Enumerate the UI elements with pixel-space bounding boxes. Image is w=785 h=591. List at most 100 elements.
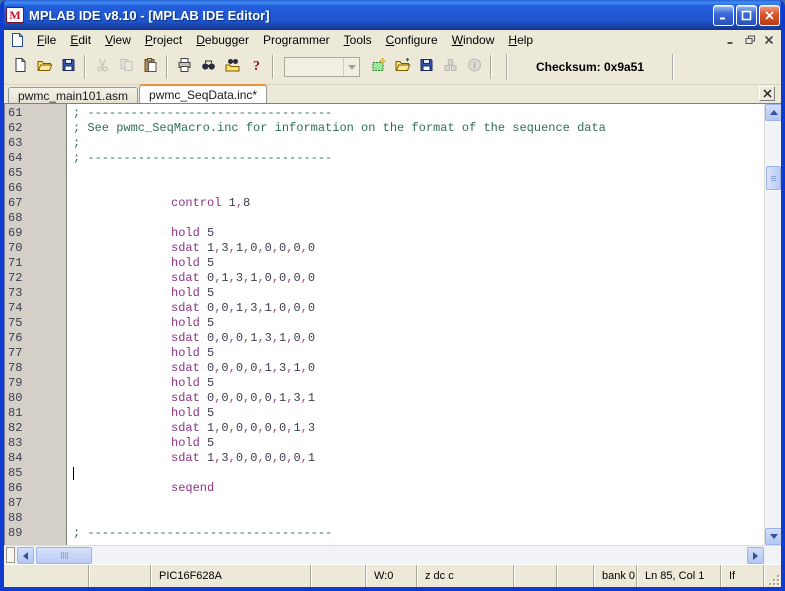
editor-line[interactable]: 63; <box>5 136 781 151</box>
editor-line[interactable]: 67control 1,8 <box>5 196 781 211</box>
close-icon <box>764 10 775 21</box>
menu-item-debugger[interactable]: Debugger <box>189 31 256 50</box>
chevron-right-icon <box>753 552 758 560</box>
editor-line[interactable]: 87 <box>5 496 781 511</box>
editor-line[interactable]: 61; ---------------------------------- <box>5 106 781 121</box>
minimize-button[interactable] <box>713 5 734 26</box>
toolbar-separator <box>84 55 86 79</box>
code-editor[interactable]: 61; ----------------------------------62… <box>4 104 781 545</box>
editor-line[interactable]: 73hold 5 <box>5 286 781 301</box>
menu-item-project[interactable]: Project <box>138 31 189 50</box>
menu-item-file[interactable]: File <box>30 31 63 50</box>
scroll-up-button[interactable] <box>765 104 781 121</box>
titlebar[interactable]: M MPLAB IDE v8.10 - [MPLAB IDE Editor] <box>0 0 785 30</box>
splitter-handle[interactable] <box>6 547 15 563</box>
editor-line[interactable]: 64; ---------------------------------- <box>5 151 781 166</box>
editor-line[interactable]: 70sdat 1,3,1,0,0,0,0,0 <box>5 241 781 256</box>
save-workspace-icon <box>418 57 435 78</box>
horizontal-scroll-thumb[interactable] <box>36 547 92 564</box>
line-text: hold 5 <box>68 256 214 271</box>
mdi-minimize-button[interactable] <box>722 33 740 48</box>
editor-line[interactable]: 65 <box>5 166 781 181</box>
vertical-scrollbar[interactable] <box>764 104 781 545</box>
chevron-up-icon <box>770 110 778 115</box>
mdi-restore-button[interactable] <box>741 33 759 48</box>
line-text: hold 5 <box>68 316 214 331</box>
help-button[interactable]: ? <box>244 55 268 79</box>
build-button <box>438 55 462 79</box>
tab-close-icon <box>763 89 772 98</box>
mdi-close-icon <box>764 35 774 45</box>
cut-button <box>90 55 114 79</box>
line-text: ; <box>68 136 80 151</box>
find-in-files-button[interactable] <box>220 55 244 79</box>
editor-line[interactable]: 62; See pwmc_SeqMacro.inc for informatio… <box>5 121 781 136</box>
mdi-close-button[interactable] <box>760 33 778 48</box>
menubar: FileEditViewProjectDebuggerProgrammerToo… <box>4 30 781 50</box>
tab-pwmc-main101-asm[interactable]: pwmc_main101.asm <box>8 87 138 103</box>
scroll-right-button[interactable] <box>747 547 764 564</box>
editor-line[interactable]: 78sdat 0,0,0,0,1,3,1,0 <box>5 361 781 376</box>
combobox-arrow <box>343 58 359 76</box>
scroll-left-button[interactable] <box>17 547 34 564</box>
menu-item-programmer[interactable]: Programmer <box>256 31 337 50</box>
find-icon <box>200 57 217 78</box>
menu-item-configure[interactable]: Configure <box>379 31 445 50</box>
maximize-button[interactable] <box>736 5 757 26</box>
vertical-scroll-thumb[interactable] <box>766 166 781 190</box>
new-project-button[interactable] <box>366 55 390 79</box>
new-file-button[interactable] <box>8 55 32 79</box>
editor-line[interactable]: 72sdat 0,1,3,1,0,0,0,0 <box>5 271 781 286</box>
menu-item-tools[interactable]: Tools <box>337 31 379 50</box>
find-button[interactable] <box>196 55 220 79</box>
editor-line[interactable]: 79hold 5 <box>5 376 781 391</box>
status-empty-2 <box>311 565 366 587</box>
line-number: 89 <box>5 526 68 541</box>
document-icon <box>10 33 24 47</box>
editor-line[interactable]: 75hold 5 <box>5 316 781 331</box>
editor-line[interactable]: 69hold 5 <box>5 226 781 241</box>
menu-item-window[interactable]: Window <box>445 31 502 50</box>
menu-item-edit[interactable]: Edit <box>63 31 98 50</box>
editor-line[interactable]: 85 <box>5 466 781 481</box>
editor-line[interactable]: 76sdat 0,0,0,1,3,1,0,0 <box>5 331 781 346</box>
line-number: 65 <box>5 166 68 181</box>
editor-line[interactable]: 84sdat 1,3,0,0,0,0,0,1 <box>5 451 781 466</box>
line-text <box>68 511 73 526</box>
editor-line[interactable]: 71hold 5 <box>5 256 781 271</box>
close-button[interactable] <box>759 5 780 26</box>
tab-pwmc-seqdata-inc[interactable]: pwmc_SeqData.inc* <box>139 84 267 103</box>
editor-tabbar: pwmc_main101.asmpwmc_SeqData.inc* <box>4 85 781 104</box>
scroll-down-button[interactable] <box>765 528 781 545</box>
editor-line[interactable]: 68 <box>5 211 781 226</box>
menu-item-view[interactable]: View <box>98 31 138 50</box>
mdi-minimize-icon <box>726 35 736 45</box>
menu-item-help[interactable]: Help <box>501 31 540 50</box>
open-project-button[interactable] <box>390 55 414 79</box>
editor-line[interactable]: 82sdat 1,0,0,0,0,0,1,3 <box>5 421 781 436</box>
editor-line[interactable]: 86seqend <box>5 481 781 496</box>
open-file-button[interactable] <box>32 55 56 79</box>
editor-line[interactable]: 83hold 5 <box>5 436 781 451</box>
print-button[interactable] <box>172 55 196 79</box>
save-file-button[interactable] <box>56 55 80 79</box>
status-empty-1 <box>89 565 151 587</box>
editor-line[interactable]: 77hold 5 <box>5 346 781 361</box>
editor-line[interactable]: 66 <box>5 181 781 196</box>
save-workspace-button[interactable] <box>414 55 438 79</box>
resize-grip[interactable] <box>767 573 780 586</box>
chevron-down-icon <box>770 534 778 539</box>
horizontal-scrollbar[interactable] <box>4 545 781 564</box>
paste-button[interactable] <box>138 55 162 79</box>
editor-line[interactable]: 88 <box>5 511 781 526</box>
editor-line[interactable]: 89; ---------------------------------- <box>5 526 781 541</box>
line-text: hold 5 <box>68 346 214 361</box>
line-number: 62 <box>5 121 68 136</box>
editor-line[interactable]: 81hold 5 <box>5 406 781 421</box>
editor-line[interactable]: 74sdat 0,0,1,3,1,0,0,0 <box>5 301 781 316</box>
tab-close-button[interactable] <box>759 86 775 101</box>
line-number: 73 <box>5 286 68 301</box>
checksum-value: Checksum: 0x9a51 <box>536 60 644 74</box>
status-cursor-position: Ln 85, Col 1 <box>637 565 721 587</box>
editor-line[interactable]: 80sdat 0,0,0,0,0,1,3,1 <box>5 391 781 406</box>
